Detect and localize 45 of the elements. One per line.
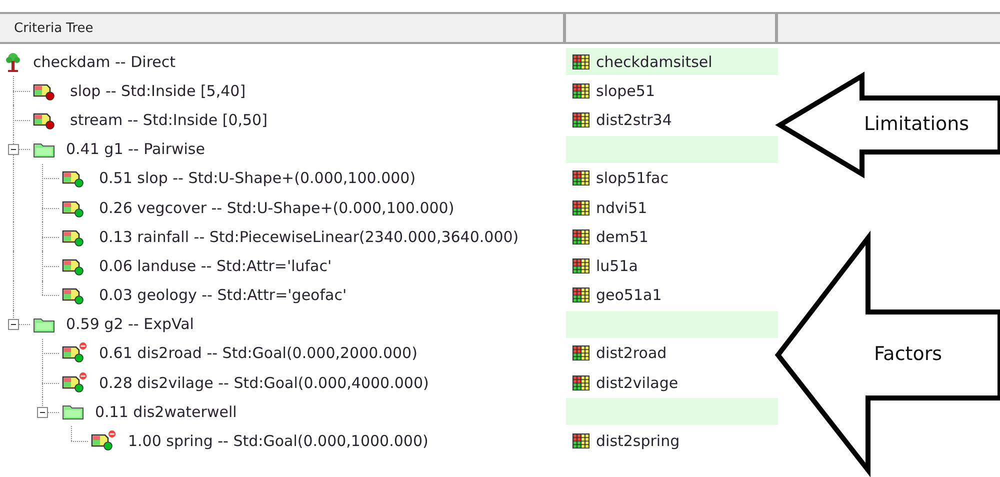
layer-name: dem51 xyxy=(596,228,648,246)
layer-name: geo51a1 xyxy=(596,286,662,304)
tree-node-label[interactable]: 0.51 slop -- Std:U-Shape+(0.000,100.000) xyxy=(99,169,416,188)
layer-name: ndvi51 xyxy=(596,198,648,217)
raster-layer-icon xyxy=(572,433,590,450)
annotation-label: Factors xyxy=(874,343,942,365)
layer-name: lu51a xyxy=(596,256,638,275)
tree-node-label[interactable]: 0.06 landuse -- Std:Attr='lufac' xyxy=(99,256,332,275)
tree-node-label[interactable]: 1.00 spring -- Std:Goal(0.000,1000.000) xyxy=(128,432,428,450)
annotation-label: Limitations xyxy=(864,113,970,135)
raster-layer-icon xyxy=(572,170,590,186)
layer-name: checkdamsitsel xyxy=(596,52,712,71)
tree-node-label[interactable]: slop -- Std:Inside [5,40] xyxy=(70,82,246,100)
raster-layer-icon xyxy=(572,345,590,362)
folder-icon xyxy=(62,403,84,420)
raster-layer-icon xyxy=(572,112,590,128)
tree-node-label[interactable]: stream -- Std:Inside [0,50] xyxy=(70,110,268,129)
collapse-toggle[interactable] xyxy=(8,144,19,156)
folder-icon xyxy=(33,140,55,158)
tree-node-label[interactable]: 0.41 g1 -- Pairwise xyxy=(66,140,205,158)
layer-name: dist2str34 xyxy=(596,110,672,129)
raster-layer-icon xyxy=(572,200,590,216)
raster-layer-icon xyxy=(572,258,590,274)
layer-name: dist2vilage xyxy=(596,374,678,392)
raster-layer-icon xyxy=(572,287,590,304)
tree-node-label[interactable]: 0.28 dis2vilage -- Std:Goal(0.000,4000.000) xyxy=(99,374,429,392)
collapse-toggle[interactable] xyxy=(37,406,48,418)
tree-node-label[interactable]: 0.59 g2 -- ExpVal xyxy=(66,315,194,334)
tree-node-label[interactable]: 0.11 dis2waterwell xyxy=(95,402,237,421)
raster-layer-icon xyxy=(572,82,590,99)
tree-icon xyxy=(4,52,22,72)
collapse-toggle[interactable] xyxy=(8,319,19,330)
tree-node-label[interactable]: checkdam -- Direct xyxy=(33,52,176,71)
layer-name: slope51 xyxy=(596,82,655,100)
layer-name: slop51fac xyxy=(596,169,668,188)
tree-node-label[interactable]: 0.03 geology -- Std:Attr='geofac' xyxy=(99,286,347,304)
folder-icon xyxy=(33,316,55,333)
raster-layer-icon xyxy=(572,228,590,245)
layer-name: dist2road xyxy=(596,344,667,362)
layer-name: dist2spring xyxy=(596,432,680,450)
raster-layer-icon xyxy=(572,54,590,70)
tree-node-label[interactable]: 0.13 rainfall -- Std:PiecewiseLinear(2340.000,3640.000) xyxy=(99,228,519,246)
tree-node-label[interactable]: 0.26 vegcover -- Std:U-Shape+(0.000,100.000) xyxy=(99,198,454,217)
tree-node-label[interactable]: 0.61 dis2road -- Std:Goal(0.000,2000.000) xyxy=(99,344,418,362)
raster-layer-icon xyxy=(572,374,590,391)
